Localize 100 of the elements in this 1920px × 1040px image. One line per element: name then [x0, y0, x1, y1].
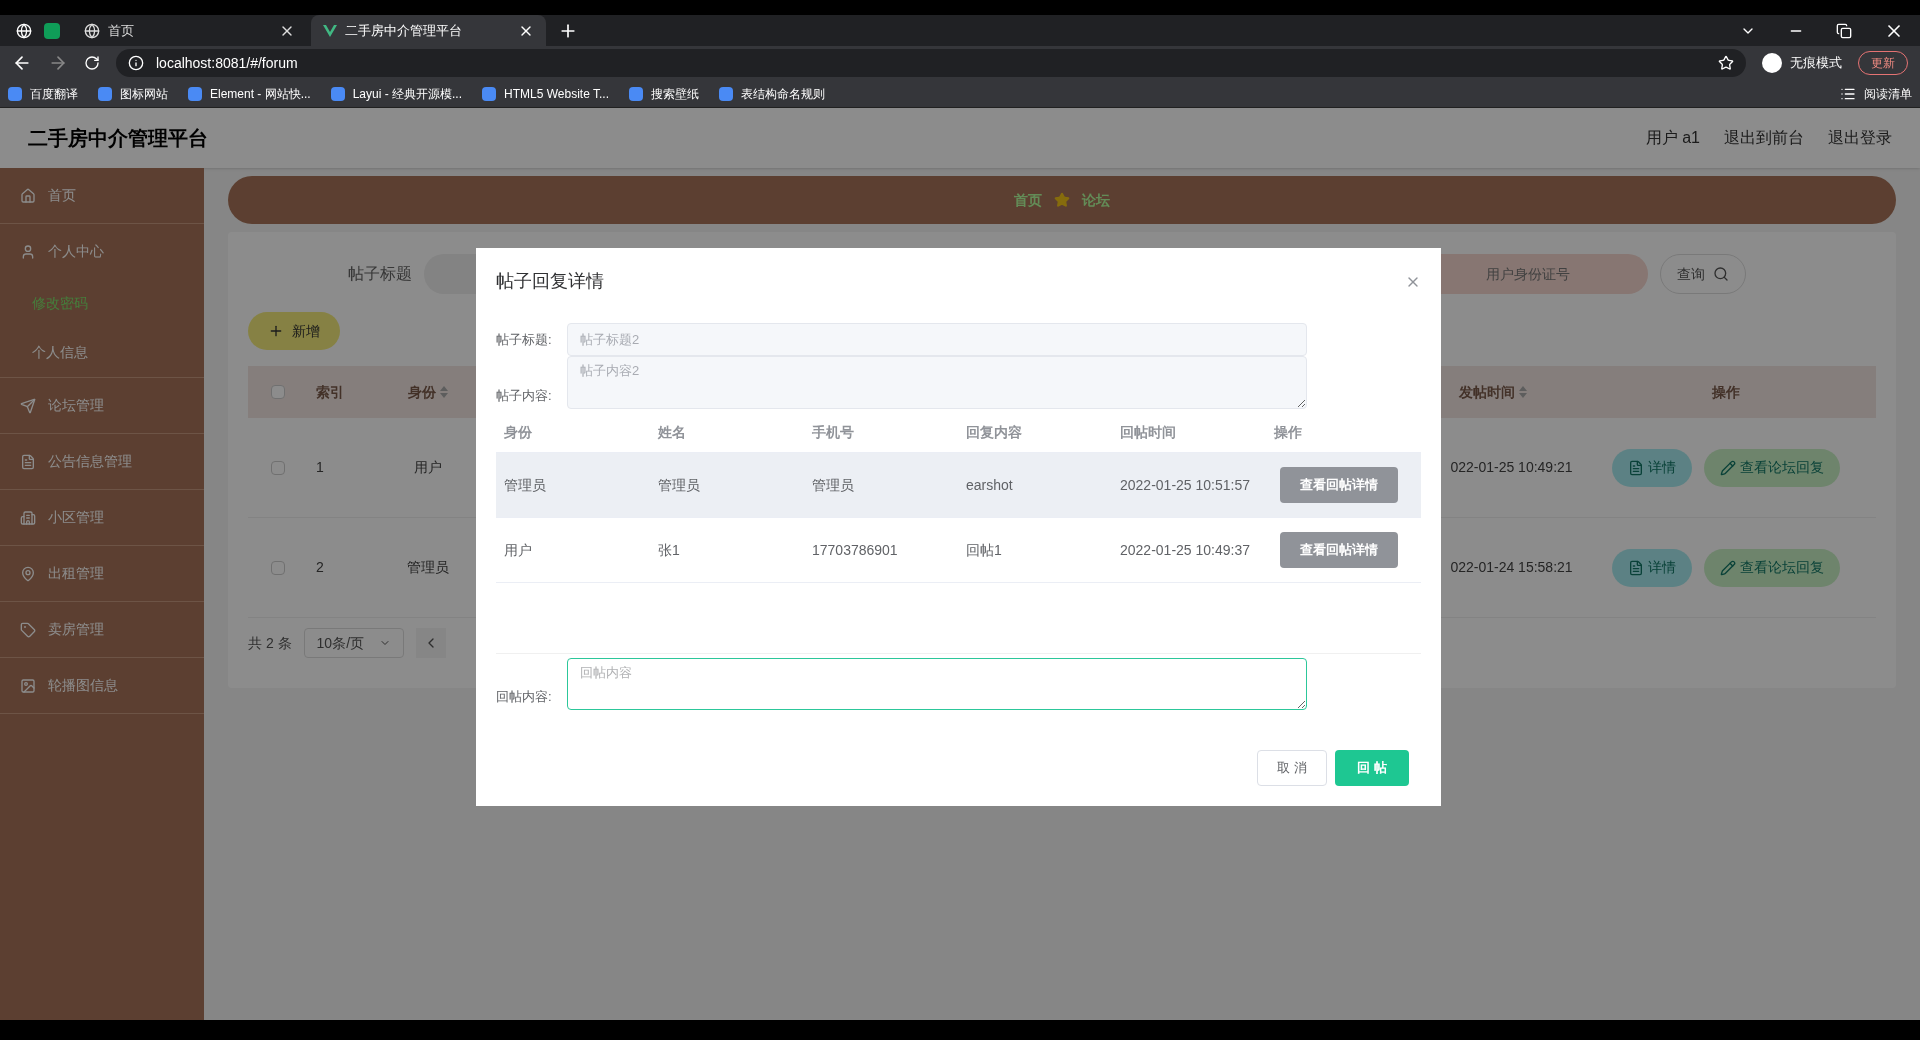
total-count: 共 2 条: [248, 633, 292, 653]
table-cell-text: 管理员: [811, 475, 855, 495]
document-icon: [1628, 459, 1644, 476]
menu-icon: [20, 453, 36, 470]
menu-icon: [20, 565, 36, 582]
url-text: localhost:8081/#/forum: [156, 53, 299, 73]
detail-button[interactable]: 详情: [1612, 548, 1692, 587]
reload-icon[interactable]: [84, 55, 100, 71]
reply-field[interactable]: 回帖内容: [567, 658, 1307, 710]
table-cell-text: 1: [315, 458, 325, 477]
pencil-icon: [1720, 459, 1736, 476]
sheet-icon[interactable]: [44, 22, 60, 39]
submenu-item[interactable]: 修改密码: [0, 279, 204, 328]
filter-label: 帖子标题: [348, 264, 412, 284]
view-replies-button[interactable]: 查看论坛回复: [1704, 448, 1840, 487]
menu-icon: [20, 187, 36, 204]
field-label: 回帖内容:: [496, 687, 553, 706]
app-title: 二手房中介管理平台: [28, 126, 209, 151]
table-cell-text: 管理员: [406, 558, 450, 577]
column-header: 回帖时间: [1119, 423, 1177, 442]
star-icon: [1054, 192, 1070, 208]
menu-icon: [20, 243, 36, 260]
bookmark-item[interactable]: Layui - 经典开源模...: [330, 84, 463, 103]
submenu-item[interactable]: 个人信息: [0, 328, 204, 377]
bookmark-star-icon[interactable]: [1718, 55, 1734, 71]
reading-list-button[interactable]: 阅读清单: [1840, 84, 1912, 103]
column-header: 姓名: [657, 423, 687, 442]
column-header: 操作: [1711, 382, 1741, 402]
column-header: 操作: [1273, 423, 1303, 442]
detail-button[interactable]: 详情: [1612, 448, 1692, 487]
dialog-title: 帖子回复详情: [496, 270, 604, 293]
bookmark-icon: [8, 86, 22, 101]
cancel-button[interactable]: 取 消: [1257, 750, 1327, 786]
table-cell-text: earshot: [965, 475, 1014, 495]
page-size-select[interactable]: 10条/页: [303, 628, 404, 658]
add-button[interactable]: 新增: [248, 312, 340, 350]
sidebar-item[interactable]: 小区管理: [0, 490, 204, 545]
column-header[interactable]: 身份: [408, 381, 436, 403]
column-header: 手机号: [811, 423, 855, 442]
bookmark-item[interactable]: Element - 网站快...: [188, 84, 311, 103]
table-cell-text: 用户: [413, 458, 443, 477]
bookmark-item[interactable]: 百度翻译: [8, 84, 78, 103]
bookmark-item[interactable]: 图标网站: [98, 84, 168, 103]
bookmark-item[interactable]: HTML5 Website T...: [482, 84, 609, 103]
bookmark-item[interactable]: 搜索壁纸: [629, 84, 699, 103]
search-icon: [1713, 266, 1729, 282]
table-cell-text: 回帖1: [965, 540, 1003, 560]
table-cell-text: 022-01-24 15:58:21: [1449, 558, 1574, 577]
restore-icon[interactable]: [1836, 22, 1852, 39]
document-icon: [1628, 559, 1644, 576]
bookmark-icon: [98, 86, 112, 101]
view-reply-button[interactable]: 查看回帖详情: [1280, 532, 1398, 568]
table-cell-text: 2022-01-25 10:49:37: [1119, 540, 1251, 560]
table-cell-text: 管理员: [503, 475, 547, 495]
incognito-icon: [1762, 53, 1782, 73]
breadcrumb-text: 论坛: [1082, 190, 1110, 210]
view-replies-button[interactable]: 查看论坛回复: [1704, 548, 1840, 587]
v-logo-icon: [323, 24, 337, 37]
globe-icon[interactable]: [16, 22, 32, 39]
sidebar-item[interactable]: 个人中心: [0, 224, 204, 279]
sidebar-item[interactable]: 轮播图信息: [0, 658, 204, 713]
sidebar-item[interactable]: 公告信息管理: [0, 434, 204, 489]
breadcrumb-link[interactable]: 首页: [1014, 189, 1042, 211]
field-label: 帖子内容:: [496, 386, 553, 405]
menu-icon: [20, 677, 36, 694]
browser-tab[interactable]: 首页: [72, 15, 307, 46]
sidebar-item[interactable]: 论坛管理: [0, 378, 204, 433]
select-all-checkbox[interactable]: [271, 385, 285, 399]
column-header[interactable]: 发帖时间: [1459, 381, 1515, 403]
table-cell-text: 2: [315, 558, 325, 577]
table-cell-text: 张1: [657, 540, 681, 560]
plus-icon: [268, 323, 284, 339]
column-header: 回复内容: [965, 423, 1023, 442]
menu-icon: [20, 621, 36, 638]
bookmark-icon: [188, 86, 202, 101]
incognito-label: 无痕模式: [1790, 54, 1842, 73]
table-cell-text: 2022-01-25 10:51:57: [1119, 475, 1251, 495]
menu-icon: [20, 397, 36, 414]
header-link[interactable]: 退出到前台: [1724, 126, 1804, 150]
submit-reply-button[interactable]: 回 帖: [1335, 750, 1409, 786]
bookmark-item[interactable]: 表结构命名规则: [719, 84, 825, 103]
header-link[interactable]: 退出登录: [1828, 126, 1892, 150]
bookmark-icon: [330, 86, 345, 101]
menu-icon: [20, 509, 36, 526]
globe-icon: [84, 22, 100, 39]
view-reply-button[interactable]: 查看回帖详情: [1280, 467, 1398, 503]
bookmark-icon: [629, 86, 643, 101]
pencil-icon: [1720, 559, 1736, 576]
address-bar[interactable]: localhost:8081/#/forum: [116, 49, 1746, 77]
sidebar-item[interactable]: 卖房管理: [0, 602, 204, 657]
sidebar-item[interactable]: 首页: [0, 168, 204, 223]
bookmark-icon: [719, 86, 733, 101]
browser-tab[interactable]: 二手房中介管理平台: [311, 15, 546, 46]
bookmark-icon: [482, 86, 497, 101]
row-checkbox[interactable]: [271, 560, 285, 575]
info-icon: [128, 55, 144, 71]
table-cell-text: 17703786901: [811, 540, 899, 560]
sidebar-item[interactable]: 出租管理: [0, 546, 204, 601]
row-checkbox[interactable]: [271, 460, 285, 475]
field-label: 帖子标题:: [496, 330, 553, 349]
